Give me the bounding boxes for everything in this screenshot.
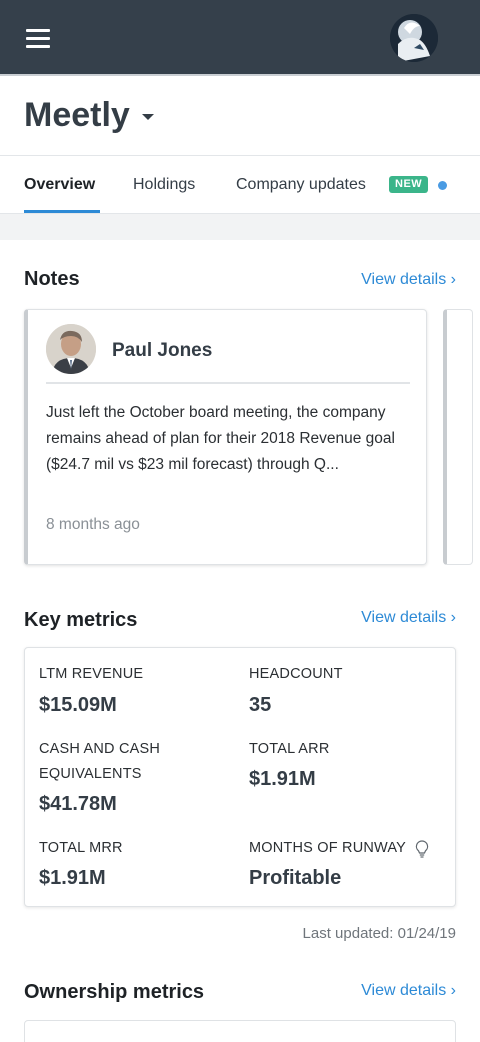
tab-overview[interactable]: Overview (24, 176, 95, 194)
notes-view-details-link[interactable]: View details › (361, 271, 456, 289)
metric-label: HEADCOUNT (249, 666, 343, 682)
tab-company-updates[interactable]: Company updates (236, 176, 366, 194)
metric-value: 35 (249, 694, 272, 716)
top-app-bar (0, 0, 480, 76)
note-timestamp: 8 months ago (46, 516, 140, 533)
note-card[interactable]: Paul Jones Just left the October board m… (24, 309, 427, 565)
unread-dot-icon (438, 181, 447, 190)
user-avatar[interactable] (390, 14, 438, 62)
note-body: Just left the October board meeting, the… (46, 404, 395, 473)
company-switcher[interactable]: Meetly (24, 96, 130, 135)
ownership-view-details-link[interactable]: View details › (361, 982, 456, 1000)
metric-value: $41.78M (39, 793, 117, 815)
metric-value: $1.91M (39, 867, 106, 889)
metric-value: $1.91M (249, 768, 316, 790)
section-separator (0, 214, 480, 240)
metric-value: Profitable (249, 867, 342, 889)
new-badge: NEW (389, 176, 429, 193)
ownership-metrics-title: Ownership metrics (24, 981, 205, 1003)
key-metrics-title: Key metrics (24, 609, 138, 631)
metric-value: $15.09M (39, 694, 117, 716)
ownership-metrics-card (24, 1020, 456, 1042)
lightbulb-icon[interactable] (415, 840, 429, 858)
tab-holdings[interactable]: Holdings (133, 176, 195, 194)
chevron-down-icon[interactable] (142, 114, 154, 120)
next-note-card[interactable] (443, 309, 473, 565)
author-avatar (46, 324, 96, 374)
last-updated-text: Last updated: 01/24/19 (302, 925, 456, 942)
metric-label: TOTAL ARR (249, 741, 330, 757)
note-author: Paul Jones (112, 340, 213, 361)
key-metrics-view-details-link[interactable]: View details › (361, 609, 456, 627)
metric-label: CASH AND CASH EQUIVALENTS (39, 741, 161, 782)
notes-title: Notes (24, 268, 80, 290)
active-tab-indicator (24, 210, 100, 213)
company-header: Meetly (0, 76, 480, 156)
metric-label: LTM REVENUE (39, 666, 144, 682)
metric-label: TOTAL MRR (39, 840, 123, 856)
hamburger-menu-icon[interactable] (24, 26, 54, 50)
metric-label: MONTHS OF RUNWAY (249, 840, 407, 856)
key-metrics-card: LTM REVENUE $15.09M HEADCOUNT 35 CASH AN… (24, 647, 456, 907)
divider (46, 382, 410, 384)
